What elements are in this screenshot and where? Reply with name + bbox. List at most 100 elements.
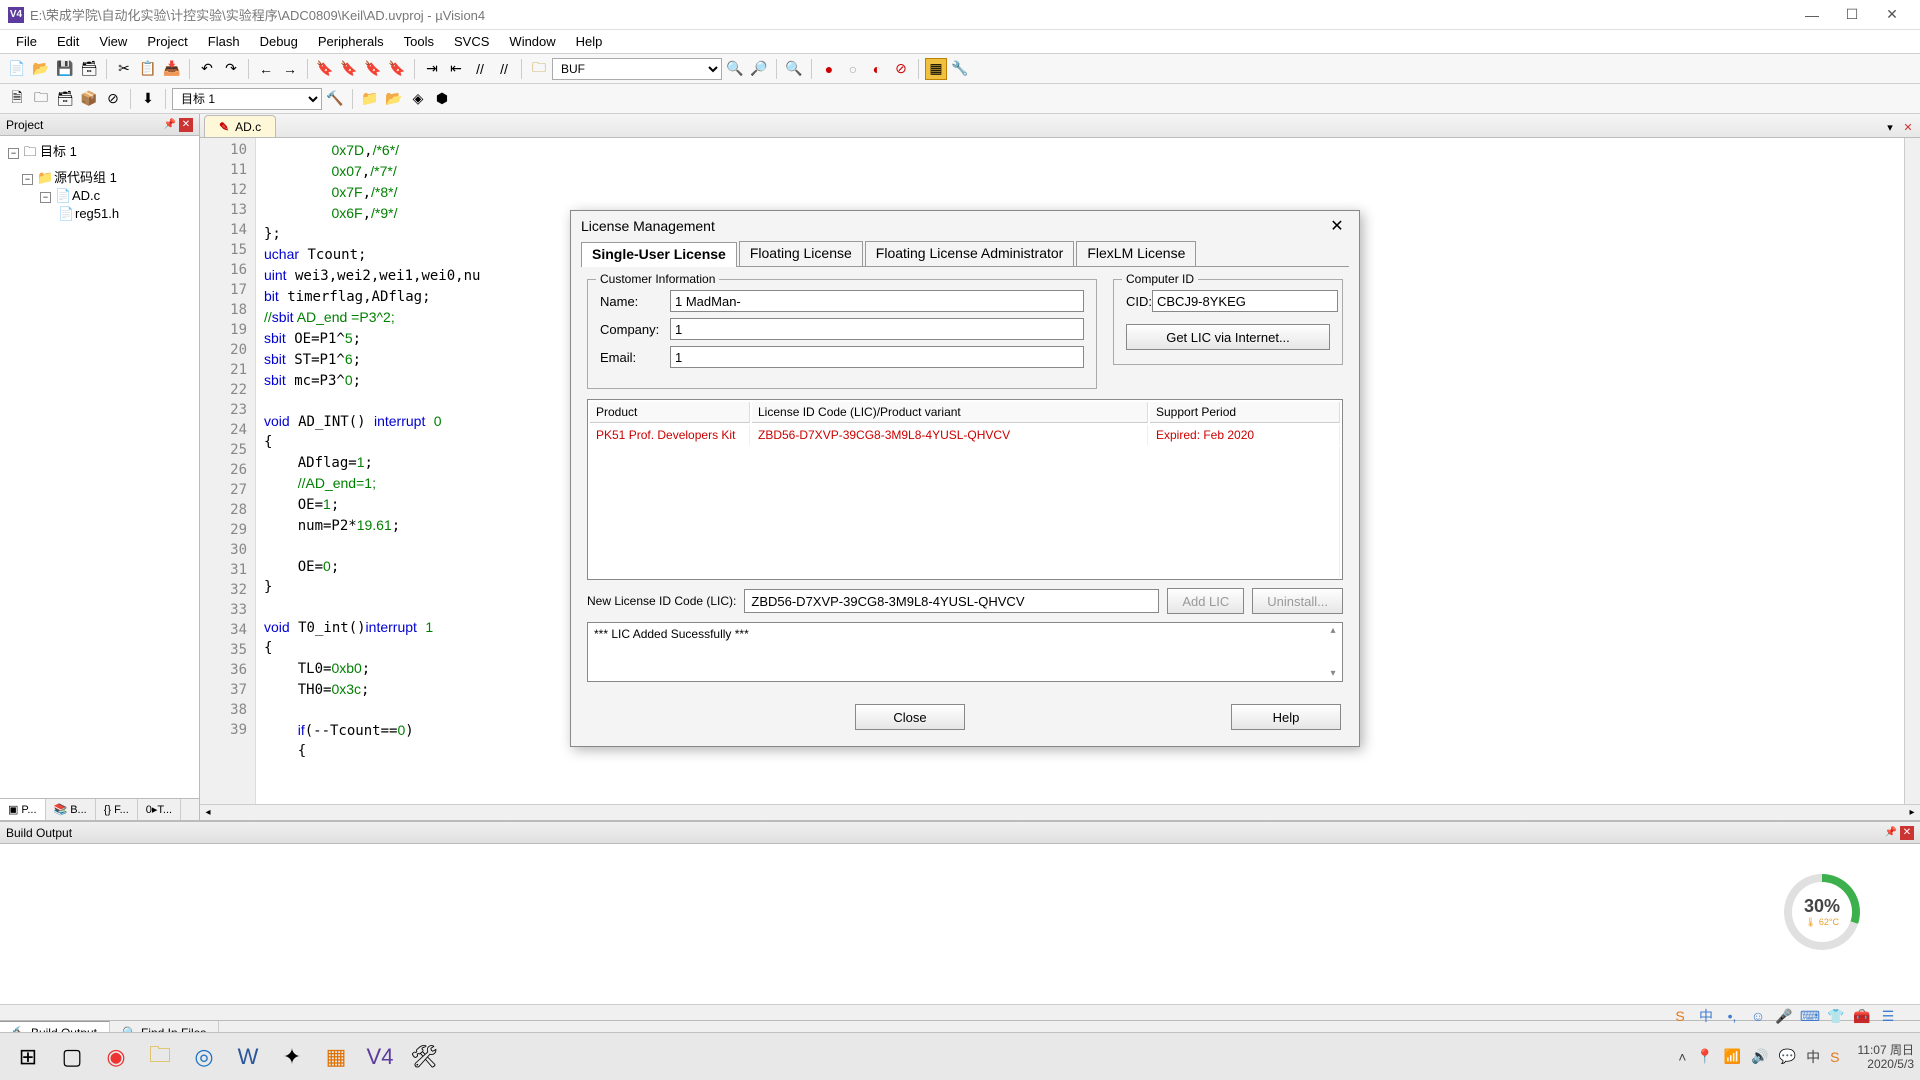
find-in-files-icon[interactable]: 🔍: [724, 58, 746, 80]
translate-icon[interactable]: 🗎: [6, 88, 28, 110]
tree-header-file[interactable]: reg51.h: [75, 206, 119, 221]
editor-tab-adc[interactable]: ✎ AD.c: [204, 115, 276, 137]
log-scroll-down-icon[interactable]: ▾: [1326, 668, 1340, 679]
pin-icon[interactable]: 📌: [163, 118, 177, 132]
tray-notifications-icon[interactable]: 💬: [1779, 1048, 1796, 1065]
bookmark-prev-icon[interactable]: 🔖: [338, 58, 360, 80]
start-button[interactable]: ⊞: [6, 1037, 50, 1077]
ime-sogou-icon[interactable]: S: [1670, 1006, 1690, 1026]
save-icon[interactable]: 💾: [54, 58, 76, 80]
tray-location-icon[interactable]: 📍: [1696, 1048, 1713, 1065]
breakpoint-icon[interactable]: ●: [818, 58, 840, 80]
target-combo[interactable]: 目标 1: [172, 88, 322, 110]
app-icon-orange[interactable]: ▦: [314, 1037, 358, 1077]
stop-build-icon[interactable]: ⊘: [102, 88, 124, 110]
app-icon-blue[interactable]: ◎: [182, 1037, 226, 1077]
menu-help[interactable]: Help: [566, 32, 613, 51]
menu-tools[interactable]: Tools: [394, 32, 444, 51]
tree-toggle[interactable]: −: [40, 192, 51, 203]
menu-view[interactable]: View: [89, 32, 137, 51]
incremental-find-icon[interactable]: 🔎: [748, 58, 770, 80]
tab-project[interactable]: ▣P...: [0, 799, 46, 820]
help-button[interactable]: Help: [1231, 704, 1341, 730]
tab-functions[interactable]: {} F...: [96, 799, 138, 820]
col-product[interactable]: Product: [590, 402, 750, 423]
scroll-right-icon[interactable]: ▸: [1904, 806, 1920, 820]
close-button[interactable]: ✕: [1872, 2, 1912, 28]
menu-flash[interactable]: Flash: [198, 32, 250, 51]
find-icon[interactable]: 🗀: [528, 58, 550, 80]
find-combo[interactable]: BUF: [552, 58, 722, 80]
tab-flexlm[interactable]: FlexLM License: [1076, 241, 1196, 266]
manage-rte-icon[interactable]: ⬢: [431, 88, 453, 110]
bookmark-icon[interactable]: 🔖: [314, 58, 336, 80]
taskbar-clock[interactable]: 11:07 周日 2020/5/3: [1858, 1043, 1915, 1071]
tab-books[interactable]: 📚B...: [46, 799, 96, 820]
ime-lang-icon[interactable]: 中: [1696, 1006, 1716, 1026]
close-button[interactable]: Close: [855, 704, 965, 730]
app-icon-tool[interactable]: 🛠: [402, 1037, 446, 1077]
menu-edit[interactable]: Edit: [47, 32, 89, 51]
manage-icon[interactable]: 📁: [359, 88, 381, 110]
horizontal-scrollbar[interactable]: ◂ ▸: [200, 804, 1920, 820]
breakpoint-kill-icon[interactable]: ◐: [866, 58, 888, 80]
manage-books-icon[interactable]: ◈: [407, 88, 429, 110]
open-file-icon[interactable]: 📂: [30, 58, 52, 80]
panel-close-icon[interactable]: ✕: [1900, 826, 1914, 840]
build-icon[interactable]: 🗀: [30, 88, 52, 110]
get-lic-button[interactable]: Get LIC via Internet...: [1126, 324, 1330, 350]
indent-icon[interactable]: ⇥: [421, 58, 443, 80]
bookmark-next-icon[interactable]: 🔖: [362, 58, 384, 80]
menu-project[interactable]: Project: [137, 32, 197, 51]
log-scroll-up-icon[interactable]: ▴: [1326, 625, 1340, 636]
redo-icon[interactable]: ↷: [220, 58, 242, 80]
tray-ime-icon[interactable]: 中: [1806, 1047, 1820, 1067]
tray-sogou-icon[interactable]: S: [1830, 1049, 1839, 1065]
nav-fwd-icon[interactable]: →: [279, 58, 301, 80]
new-lic-input[interactable]: [744, 589, 1159, 613]
license-row[interactable]: PK51 Prof. Developers Kit ZBD56-D7XVP-39…: [590, 425, 1340, 445]
tree-toggle[interactable]: −: [8, 148, 19, 159]
rebuild-icon[interactable]: 🗃: [54, 88, 76, 110]
copy-icon[interactable]: 📋: [137, 58, 159, 80]
col-lic[interactable]: License ID Code (LIC)/Product variant: [752, 402, 1148, 423]
ime-punct-icon[interactable]: •,: [1722, 1006, 1742, 1026]
breakpoint-killall-icon[interactable]: ⊘: [890, 58, 912, 80]
nav-back-icon[interactable]: ←: [255, 58, 277, 80]
ime-skin-icon[interactable]: 👕: [1826, 1006, 1846, 1026]
scroll-left-icon[interactable]: ◂: [200, 806, 216, 820]
undo-icon[interactable]: ↶: [196, 58, 218, 80]
tree-target[interactable]: 目标 1: [40, 144, 77, 159]
vertical-scrollbar[interactable]: [1904, 138, 1920, 804]
batch-build-icon[interactable]: 📦: [78, 88, 100, 110]
tray-volume-icon[interactable]: 🔊: [1751, 1048, 1768, 1065]
col-support[interactable]: Support Period: [1150, 402, 1340, 423]
bookmark-clear-icon[interactable]: 🔖: [386, 58, 408, 80]
tab-templates[interactable]: 0▸T...: [138, 799, 181, 820]
panel-close-icon[interactable]: ✕: [179, 118, 193, 132]
editor-close-icon[interactable]: ✕: [1900, 121, 1916, 137]
pin-icon[interactable]: 📌: [1884, 826, 1898, 840]
new-file-icon[interactable]: 📄: [6, 58, 28, 80]
menu-file[interactable]: File: [6, 32, 47, 51]
uncomment-icon[interactable]: //: [493, 58, 515, 80]
explorer-icon[interactable]: 🗀: [138, 1037, 182, 1077]
app-icon-dark[interactable]: ✦: [270, 1037, 314, 1077]
menu-debug[interactable]: Debug: [250, 32, 308, 51]
breakpoint-disable-icon[interactable]: ○: [842, 58, 864, 80]
word-icon[interactable]: W: [226, 1037, 270, 1077]
build-output-body[interactable]: 30% 🌡 62°C: [0, 844, 1920, 1004]
tab-single-user[interactable]: Single-User License: [581, 242, 737, 267]
add-lic-button[interactable]: Add LIC: [1167, 588, 1244, 614]
configure-icon[interactable]: 🔧: [949, 58, 971, 80]
target-options-icon[interactable]: 🔨: [324, 88, 346, 110]
ime-emoji-icon[interactable]: ☺: [1748, 1006, 1768, 1026]
menu-window[interactable]: Window: [499, 32, 565, 51]
download-icon[interactable]: ⬇: [137, 88, 159, 110]
minimize-button[interactable]: —: [1792, 2, 1832, 28]
menu-svcs[interactable]: SVCS: [444, 32, 499, 51]
save-all-icon[interactable]: 🗃: [78, 58, 100, 80]
tray-chevron-icon[interactable]: ˄: [1678, 1049, 1686, 1065]
tree-file[interactable]: AD.c: [72, 188, 100, 203]
license-table[interactable]: Product License ID Code (LIC)/Product va…: [587, 399, 1343, 580]
